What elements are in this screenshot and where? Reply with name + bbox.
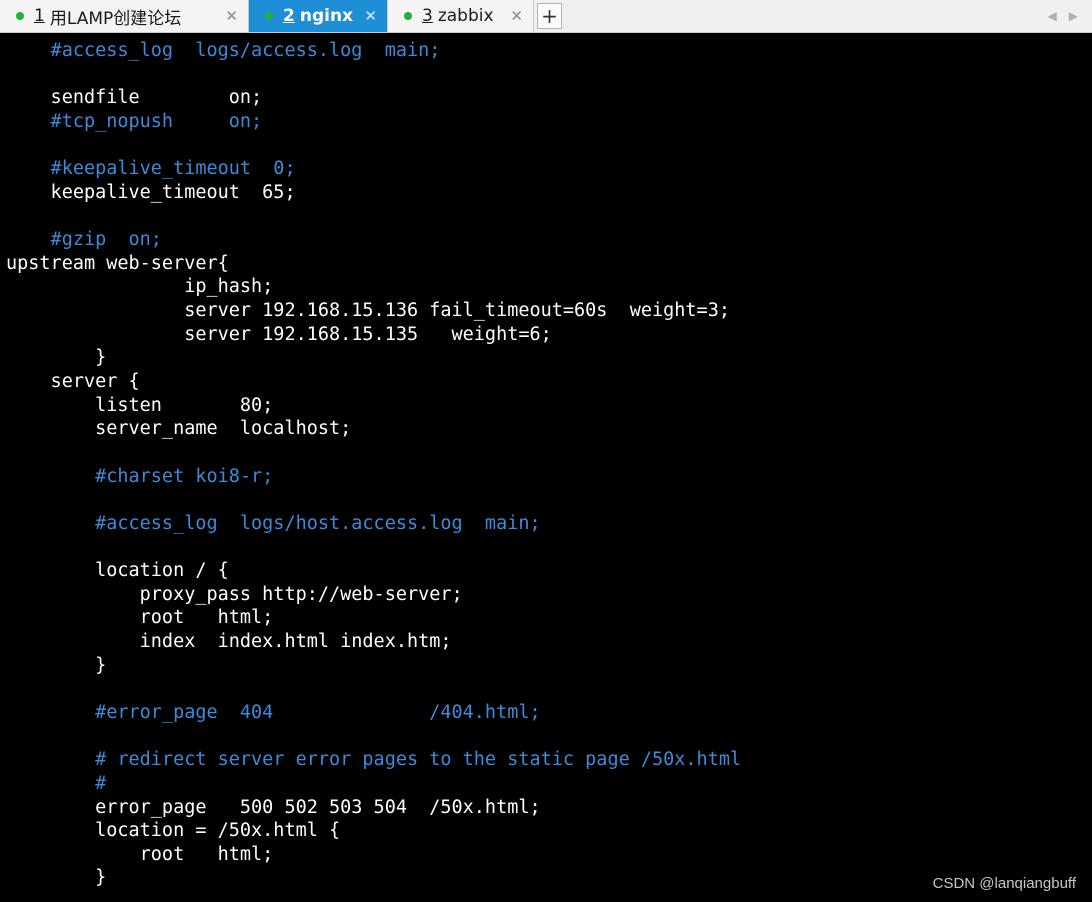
terminal-comment-line: #tcp_nopush on; (6, 110, 263, 132)
terminal-line: sendfile on; (6, 87, 263, 109)
connected-status-dot-icon (16, 12, 24, 20)
terminal-line: error_page 500 502 503 504 /50x.html; (6, 796, 541, 818)
tab-number: 2 (283, 6, 295, 26)
terminal-line: } (6, 347, 107, 369)
terminal-comment-line: #access_log logs/access.log main; (6, 40, 441, 61)
terminal-output[interactable]: #access_log logs/access.log main; sendfi… (6, 39, 1092, 890)
tab-scroll-controls: ◀ ▶ (1048, 0, 1078, 32)
terminal-line: proxy_pass http://web-server; (6, 583, 463, 605)
terminal-line: server { (6, 370, 140, 392)
terminal-line: server 192.168.15.136 fail_timeout=60s w… (6, 300, 730, 322)
terminal-line: location / { (6, 560, 229, 582)
tab-nginx[interactable]: 2 nginx ✕ (249, 0, 388, 32)
tab-lamp-forum[interactable]: 1 用LAMP创建论坛 ✕ (0, 0, 249, 32)
terminal-line: } (6, 867, 107, 889)
terminal-line: root html; (6, 607, 274, 629)
terminal-line: keepalive_timeout 65; (6, 181, 296, 203)
tab-number: 1 (34, 6, 45, 26)
tab-label: zabbix (437, 6, 494, 26)
new-tab-button[interactable]: + (537, 3, 562, 29)
terminal-comment-line: #access_log logs/host.access.log main; (6, 512, 541, 534)
tab-zabbix[interactable]: 3 zabbix ✕ (388, 0, 534, 32)
tab-label: 用LAMP创建论坛 (49, 8, 182, 29)
terminal-comment-line: # (6, 772, 107, 794)
terminal-comment-line: # redirect server error pages to the sta… (6, 749, 742, 771)
terminal-line: ip_hash; (6, 276, 274, 298)
close-tab-icon[interactable]: ✕ (364, 7, 377, 25)
terminal-comment-line: #gzip on; (6, 229, 162, 251)
terminal-line: index index.html index.htm; (6, 631, 452, 653)
terminal-comment-line: #charset koi8-r; (6, 465, 274, 487)
scroll-tabs-left-icon[interactable]: ◀ (1048, 9, 1057, 23)
connected-status-dot-icon (404, 12, 412, 20)
terminal-line: listen 80; (6, 394, 274, 416)
terminal-line: upstream web-server{ (6, 252, 229, 274)
tab-label: nginx (299, 6, 354, 26)
terminal-app-window: 1 用LAMP创建论坛 ✕ 2 nginx ✕ 3 zabbix ✕ + ◀ ▶… (0, 0, 1092, 902)
tab-number: 3 (422, 6, 433, 26)
terminal-line: } (6, 654, 107, 676)
terminal-line: server 192.168.15.135 weight=6; (6, 323, 552, 345)
terminal-line: server_name localhost; (6, 418, 352, 440)
session-tab-bar: 1 用LAMP创建论坛 ✕ 2 nginx ✕ 3 zabbix ✕ + ◀ ▶ (0, 0, 1092, 33)
scroll-tabs-right-icon[interactable]: ▶ (1069, 9, 1078, 23)
close-tab-icon[interactable]: ✕ (510, 7, 523, 25)
watermark: CSDN @lanqiangbuff (932, 875, 1076, 892)
terminal-comment-line: #keepalive_timeout 0; (6, 158, 296, 180)
terminal-line: location = /50x.html { (6, 820, 341, 842)
terminal-line: root html; (6, 843, 274, 865)
terminal-comment-line: #error_page 404 /404.html; (6, 701, 541, 723)
close-tab-icon[interactable]: ✕ (225, 7, 238, 25)
connected-status-dot-icon (265, 12, 273, 20)
